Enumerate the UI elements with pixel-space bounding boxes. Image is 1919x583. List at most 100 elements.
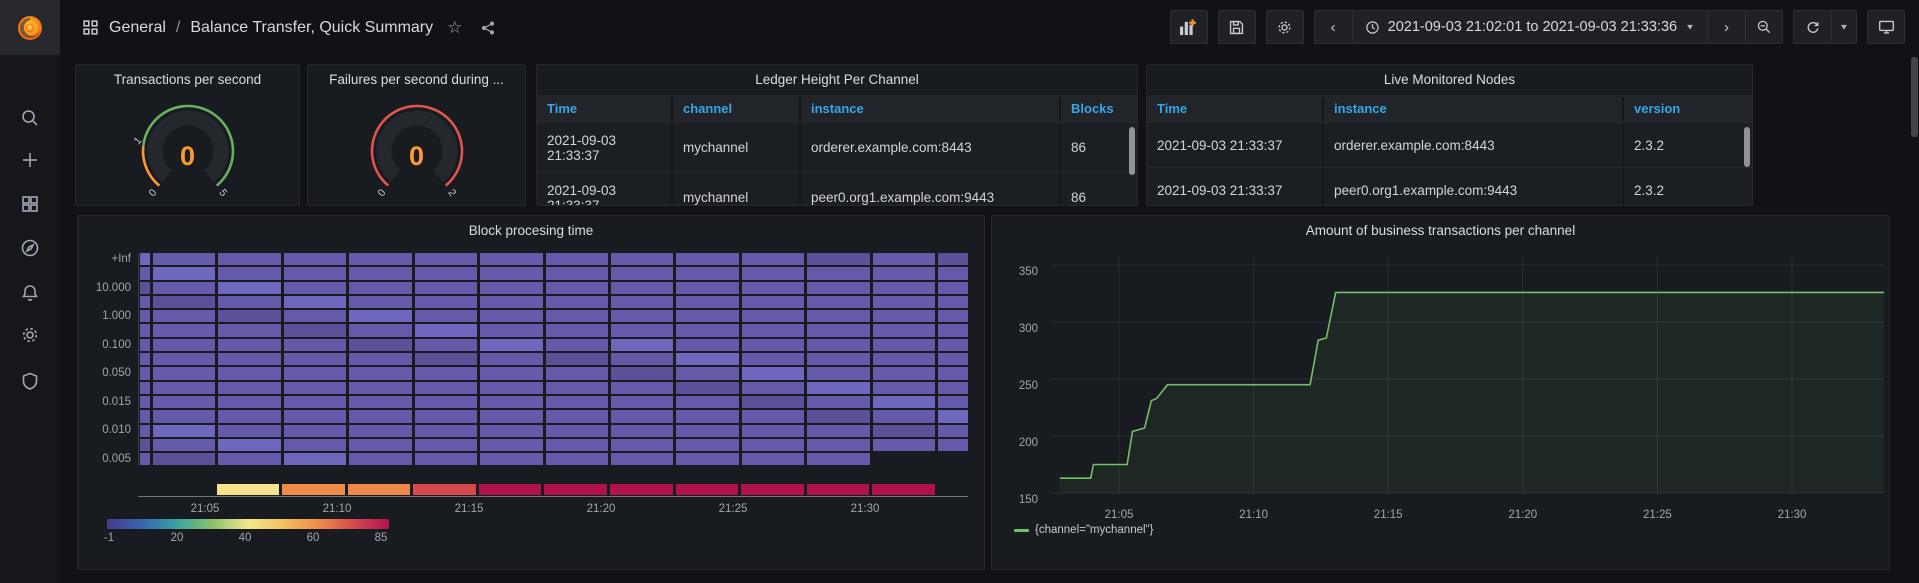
- heatmap-cell: [153, 425, 215, 437]
- column-header-time[interactable]: Time: [1147, 97, 1322, 120]
- table-scrollbar[interactable]: [1744, 127, 1750, 167]
- heatmap-cell: [153, 324, 215, 336]
- heatmap-cell: [611, 410, 673, 422]
- heatmap-cells[interactable]: [138, 253, 968, 465]
- dashboard-settings-button[interactable]: [1266, 10, 1304, 44]
- column-header-channel[interactable]: channel: [671, 97, 799, 120]
- page-title[interactable]: Balance Transfer, Quick Summary: [190, 19, 433, 37]
- heatmap-cell: [676, 253, 738, 265]
- heatmap-cell: [873, 282, 935, 294]
- heatmap-cell: [151, 484, 214, 495]
- heatmap-cell: [938, 339, 968, 351]
- sidebar-item-server-admin[interactable]: [0, 363, 60, 399]
- refresh-icon: [1805, 19, 1821, 35]
- grafana-logo[interactable]: [0, 0, 60, 55]
- heatmap-cell: [611, 267, 673, 279]
- heatmap-cell: [415, 282, 477, 294]
- table-row[interactable]: 2021-09-03 21:33:37mychannelpeer0.org1.e…: [537, 172, 1137, 206]
- sidebar-item-create[interactable]: [0, 142, 60, 178]
- table-row[interactable]: 2021-09-03 21:33:37peer0.org1.example.co…: [1147, 167, 1752, 206]
- heatmap-cell: [611, 396, 673, 408]
- add-panel-button[interactable]: [1170, 10, 1208, 44]
- heatmap-cell: [153, 396, 215, 408]
- panel-title[interactable]: Ledger Height Per Channel: [537, 72, 1137, 87]
- heatmap-cell: [807, 367, 869, 379]
- heatmap-cell: [153, 453, 215, 465]
- panel-title[interactable]: Failures per second during ...: [308, 72, 525, 87]
- heatmap-cell: [873, 382, 935, 394]
- panel-title[interactable]: Transactions per second: [76, 72, 299, 87]
- heatmap-cell: [480, 425, 542, 437]
- heatmap-cell: [218, 282, 280, 294]
- y-tick-label: 0.005: [81, 453, 131, 465]
- heatmap-cell: [807, 253, 869, 265]
- share-icon[interactable]: [480, 20, 496, 36]
- heatmap-cell: [807, 382, 869, 394]
- table-row[interactable]: 2021-09-03 21:33:37mychannelorderer.exam…: [537, 122, 1137, 172]
- panel-title[interactable]: Live Monitored Nodes: [1147, 72, 1752, 87]
- time-shift-forward-button[interactable]: ›: [1707, 10, 1745, 44]
- time-shift-back-button[interactable]: ‹: [1314, 10, 1352, 44]
- x-tick-label: 21:25: [1643, 509, 1672, 521]
- txchart-plot[interactable]: [1051, 257, 1884, 503]
- y-tick-label: 200: [1000, 437, 1038, 449]
- column-header-version[interactable]: version: [1622, 97, 1752, 120]
- save-dashboard-button[interactable]: [1218, 10, 1256, 44]
- heatmap-cell: [480, 296, 542, 308]
- heatmap-cell: [676, 396, 738, 408]
- clock-icon: [1365, 20, 1380, 35]
- zoom-out-time-button[interactable]: [1745, 10, 1783, 44]
- heatmap-cell: [218, 324, 280, 336]
- heatmap-cell: [480, 453, 542, 465]
- heatmap-cell: [676, 353, 738, 365]
- cycle-view-mode-button[interactable]: [1867, 10, 1905, 44]
- refresh-button[interactable]: [1793, 10, 1831, 44]
- time-range-picker[interactable]: 2021-09-03 21:02:01 to 2021-09-03 21:33:…: [1352, 10, 1707, 44]
- favorite-star-icon[interactable]: ☆: [447, 18, 462, 38]
- table-scrollbar[interactable]: [1129, 127, 1135, 175]
- heatmap-cell: [610, 484, 673, 495]
- heatmap-cell: [153, 382, 215, 394]
- panel-title[interactable]: Block procesing time: [78, 223, 984, 238]
- heatmap-cell: [415, 453, 477, 465]
- column-header-time[interactable]: Time: [537, 97, 671, 120]
- heatmap-cell: [415, 439, 477, 451]
- tps-gauge: 0 0 1 5: [138, 101, 238, 201]
- refresh-interval-dropdown[interactable]: ▼: [1831, 10, 1857, 44]
- panel-title[interactable]: Amount of business transactions per chan…: [992, 223, 1889, 238]
- breadcrumb-section[interactable]: General: [109, 19, 166, 37]
- heatmap-bottom-row[interactable]: [138, 484, 968, 497]
- sidebar-item-configuration[interactable]: [0, 317, 60, 353]
- heatmap-cell: [742, 410, 804, 422]
- heatmap-cell: [284, 324, 346, 336]
- table-cell: 2021-09-03 21:33:37: [537, 173, 657, 206]
- heatmap-cell: [611, 324, 673, 336]
- heatmap-cell: [284, 296, 346, 308]
- heatmap-cell: [153, 367, 215, 379]
- column-header-instance[interactable]: instance: [799, 97, 1059, 120]
- heatmap-cell: [873, 439, 935, 451]
- txchart-legend-item[interactable]: {channel="mychannel"}: [1014, 524, 1153, 536]
- heatmap-cell: [611, 282, 673, 294]
- heatmap-cell: [546, 282, 608, 294]
- sidebar-item-explore[interactable]: [0, 230, 60, 266]
- table-row[interactable]: 2021-09-03 21:33:37orderer.example.com:8…: [1147, 122, 1752, 167]
- heatmap-cell: [480, 439, 542, 451]
- page-scrollbar[interactable]: [1911, 57, 1918, 137]
- sidebar-item-alerting[interactable]: [0, 275, 60, 311]
- gauge-value: 0: [367, 141, 467, 172]
- column-header-blocks[interactable]: Blocks: [1059, 97, 1137, 120]
- panel-business-transactions: Amount of business transactions per chan…: [991, 215, 1890, 570]
- y-tick-label: 10.000: [81, 282, 131, 294]
- heatmap-cell: [611, 339, 673, 351]
- column-header-instance[interactable]: instance: [1322, 97, 1622, 120]
- sidebar-item-dashboards[interactable]: [0, 186, 60, 222]
- heatmap-cell: [742, 324, 804, 336]
- sidebar-item-search[interactable]: [0, 100, 60, 136]
- heatmap-cell: [546, 324, 608, 336]
- heatmap-cell: [153, 410, 215, 422]
- heatmap-cell: [282, 484, 345, 495]
- heatmap-cell: [873, 296, 935, 308]
- heatmap-cell: [938, 410, 968, 422]
- heatmap-cell: [676, 367, 738, 379]
